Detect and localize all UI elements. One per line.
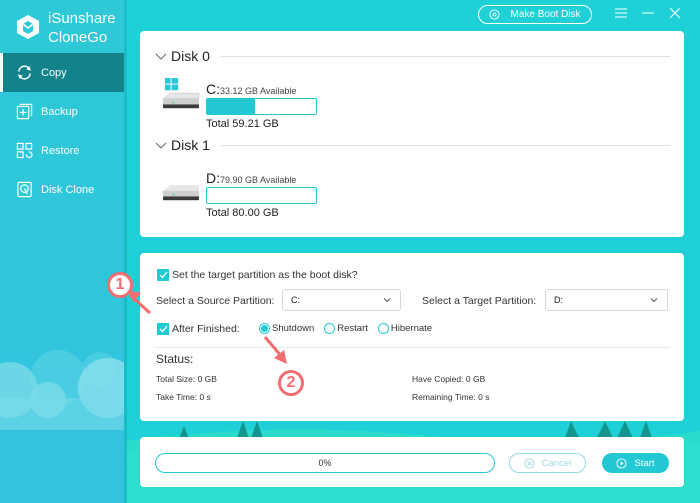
target-partition-value: D:	[554, 295, 563, 305]
cancel-button[interactable]: Cancel	[509, 453, 586, 473]
restore-icon	[16, 142, 33, 159]
make-boot-disk-button[interactable]: Make Boot Disk	[478, 5, 592, 24]
disk-title: Disk 0	[171, 48, 210, 64]
disk-1-header[interactable]: Disk 1	[155, 137, 670, 153]
total-size: Total Size: 0 GB	[156, 374, 217, 384]
partition-c[interactable]: C:33.12 GB Available Total 59.21 GB	[160, 78, 330, 131]
target-partition-select[interactable]: D:	[545, 289, 668, 311]
start-label: Start	[634, 457, 655, 469]
partition-available: 33.12 GB Available	[220, 86, 297, 96]
cancel-circle-icon	[524, 457, 535, 469]
partition-available: 79.90 GB Available	[220, 175, 297, 185]
chevron-down-icon	[155, 142, 167, 149]
disk-title: Disk 1	[171, 137, 210, 153]
status-title: Status:	[156, 352, 194, 366]
take-time: Take Time: 0 s	[156, 392, 211, 402]
progress-percent: 0%	[318, 458, 332, 468]
radio-shutdown[interactable]: Shutdown	[259, 323, 314, 334]
boot-disk-checkbox[interactable]	[157, 269, 169, 281]
after-finished-option: After Finished:	[157, 323, 240, 335]
target-label-text: Select a Target Partition:	[422, 295, 537, 307]
partition-usage-bar	[206, 187, 317, 204]
partition-usage-bar	[206, 98, 317, 115]
sidebar-item-copy[interactable]: Copy	[0, 53, 124, 92]
minimize-icon	[642, 12, 654, 14]
radio-button	[259, 323, 270, 334]
radio-label: Hibernate	[390, 323, 433, 334]
radio-hibernate[interactable]: Hibernate	[377, 323, 433, 334]
progress-panel: 0% Cancel Start	[140, 437, 684, 487]
backup-icon	[16, 103, 33, 120]
chevron-down-icon	[383, 298, 391, 303]
system-drive-icon	[162, 78, 200, 109]
chevron-down-icon	[155, 53, 167, 60]
sidebar-item-label: Disk Clone	[41, 183, 95, 196]
sidebar: iSunshare CloneGo Copy Backup Restore Di…	[0, 0, 124, 503]
radio-restart[interactable]: Restart	[324, 323, 368, 334]
start-button[interactable]: Start	[602, 453, 669, 473]
radio-selected-dot	[261, 325, 268, 332]
usage-fill	[207, 99, 255, 114]
brand-name-line1: iSunshare	[48, 10, 116, 27]
partition-total: Total 59.21 GB	[206, 118, 279, 130]
source-partition-label: Select a Source Partition:	[156, 295, 274, 307]
after-finished-checkbox[interactable]	[157, 323, 169, 335]
partition-d[interactable]: D:79.90 GB Available Total 80.00 GB	[160, 170, 330, 220]
after-finished-radio-group: Shutdown Restart Hibernate	[259, 323, 442, 334]
sync-icon	[17, 65, 32, 80]
minimize-button[interactable]	[640, 5, 656, 21]
play-circle-icon	[616, 457, 628, 469]
app-logo-icon	[17, 15, 39, 39]
sidebar-item-label: Backup	[41, 105, 78, 118]
remaining-time: Remaining Time: 0 s	[412, 392, 490, 402]
radio-label: Shutdown	[272, 323, 315, 334]
drive-icon	[163, 185, 199, 201]
progress-bar: 0%	[155, 453, 495, 473]
source-label-text: Select a Source Partition:	[156, 295, 275, 307]
disk-clone-icon	[17, 181, 32, 198]
divider	[155, 347, 670, 348]
brand: iSunshare CloneGo	[16, 9, 116, 47]
radio-button	[377, 323, 389, 334]
boot-disk-label: Set the target partition as the boot dis…	[172, 269, 358, 281]
brand-name-line2: CloneGo	[48, 29, 108, 46]
copy-options-panel: Set the target partition as the boot dis…	[140, 253, 684, 421]
callout-2: 2	[278, 370, 304, 396]
radio-button	[324, 323, 336, 334]
disk-list-panel: Disk 0 C:33.12 GB Available Total 59.21 …	[140, 31, 684, 237]
disc-icon	[489, 9, 501, 20]
partition-total: Total 80.00 GB	[206, 207, 279, 219]
callout-1: 1	[107, 272, 133, 298]
checkmark-icon	[159, 271, 168, 279]
target-partition-label: Select a Target Partition:	[422, 295, 536, 307]
source-partition-select[interactable]: C:	[282, 289, 401, 311]
after-finished-label: After Finished:	[172, 323, 240, 335]
close-button[interactable]	[667, 5, 683, 21]
sidebar-item-disk-clone[interactable]: Disk Clone	[0, 170, 124, 209]
radio-label: Restart	[337, 323, 368, 334]
clouds-decoration	[0, 350, 124, 430]
source-partition-value: C:	[291, 295, 300, 305]
hamburger-menu-icon	[615, 8, 627, 18]
chevron-down-icon	[650, 298, 658, 303]
disk-0-header[interactable]: Disk 0	[155, 48, 670, 64]
sidebar-nav: Copy Backup Restore Disk Clone	[0, 53, 124, 209]
have-copied: Have Copied: 0 GB	[412, 374, 486, 384]
partition-label: D:79.90 GB Available	[206, 170, 296, 186]
cancel-label: Cancel	[541, 457, 572, 469]
close-icon	[669, 7, 681, 19]
partition-letter: D:	[206, 170, 220, 186]
partition-letter: C:	[206, 81, 220, 97]
sidebar-item-label: Copy	[41, 66, 67, 79]
divider	[219, 55, 670, 57]
checkmark-icon	[159, 325, 168, 333]
partition-label: C:33.12 GB Available	[206, 81, 296, 97]
sidebar-item-backup[interactable]: Backup	[0, 92, 124, 131]
boot-disk-option: Set the target partition as the boot dis…	[157, 269, 358, 281]
sidebar-item-label: Restore	[41, 144, 80, 157]
menu-button[interactable]	[613, 5, 629, 21]
divider	[219, 144, 670, 146]
sidebar-item-restore[interactable]: Restore	[0, 131, 124, 170]
make-boot-disk-label: Make Boot Disk	[510, 9, 581, 20]
